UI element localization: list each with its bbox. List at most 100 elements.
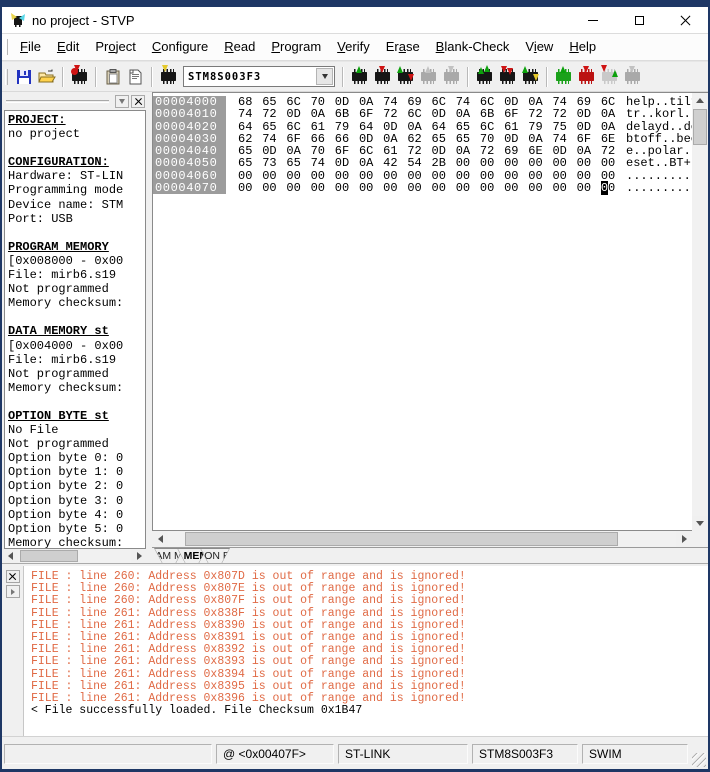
paste-button[interactable] [101,66,124,88]
hex-byte[interactable]: 74 [311,157,335,170]
hex-byte[interactable]: 0D [577,108,601,121]
hex-byte[interactable]: 00 [552,157,576,170]
menu-read[interactable]: Read [216,36,263,57]
rebar-gripper[interactable] [5,39,8,55]
hex-byte[interactable]: 6B [335,108,359,121]
hex-byte[interactable]: 65 [238,157,262,170]
scroll-right-button[interactable] [676,531,692,547]
hex-ascii[interactable]: delayd..delayu.. [626,121,692,133]
hex-byte[interactable]: 00 [528,182,552,195]
tab-option-byte[interactable]: OPTION BYTEOPTION BYTE [200,548,230,563]
hex-byte[interactable]: 00 [262,182,286,195]
hex-byte[interactable]: 6F [359,108,383,121]
hex-ascii[interactable]: ................ [626,170,692,182]
hex-ascii[interactable]: btoff..beep..ton [626,133,692,145]
log-expand-button[interactable] [5,585,20,598]
hex-byte[interactable]: 00 [456,182,480,195]
hex-byte[interactable]: 0A [456,108,480,121]
hex-byte[interactable]: 00 [504,182,528,195]
minimize-button[interactable] [570,7,616,33]
hex-byte[interactable]: 0D [432,108,456,121]
hex-byte[interactable]: 0A [311,108,335,121]
hex-byte[interactable]: 72 [383,108,407,121]
auto-program-button[interactable] [575,66,598,88]
hex-byte[interactable]: 00 [335,182,359,195]
menu-file[interactable]: File [12,36,49,57]
hex-byte[interactable]: 00 [480,182,504,195]
hex-byte[interactable]: 00 [383,182,407,195]
spare-button[interactable] [621,66,644,88]
scrollbar-thumb[interactable] [20,550,78,562]
menu-project[interactable]: Project [87,36,143,57]
menu-erase[interactable]: Erase [378,36,428,57]
hex-vertical-scrollbar[interactable] [692,92,708,531]
file-report-button[interactable] [124,66,147,88]
close-button[interactable] [662,7,708,33]
scroll-down-button[interactable] [692,516,708,531]
hex-byte[interactable]: 00 [577,182,601,195]
hex-byte[interactable]: 00 [600,181,625,196]
verify-tab-button[interactable] [394,66,417,88]
menu-verify[interactable]: Verify [329,36,378,57]
hex-cursor[interactable]: 0 [600,181,609,196]
hex-byte[interactable]: 0D [335,157,359,170]
hex-byte[interactable]: 00 [311,182,335,195]
hex-byte[interactable]: 00 [359,182,383,195]
menu-edit[interactable]: Edit [49,36,87,57]
rebar-gripper[interactable] [5,68,8,85]
scroll-left-button[interactable] [2,549,18,563]
menu-program[interactable]: Program [263,36,329,57]
read-tab-button[interactable] [348,66,371,88]
hex-byte[interactable]: 00 [286,182,310,195]
hex-byte[interactable]: 00 [480,157,504,170]
scrollbar-track[interactable] [18,549,131,563]
scrollbar-thumb[interactable] [693,109,707,145]
combobox-dropdown-button[interactable] [316,68,333,85]
hex-byte[interactable]: 2B [432,157,456,170]
hex-byte[interactable]: 00 [238,182,262,195]
select-device-button[interactable] [157,65,180,88]
menu-configure[interactable]: Configure [144,36,216,57]
menu-view[interactable]: View [517,36,561,57]
device-setup-button[interactable] [68,65,91,88]
blank-check-tab-button[interactable] [440,66,463,88]
hex-ascii[interactable]: tr..korl..korr.. [626,108,692,120]
verify-all-tabs-button[interactable] [519,66,542,88]
scroll-right-button[interactable] [131,549,147,563]
sidebar-horizontal-scrollbar[interactable] [2,549,147,563]
hex-byte[interactable]: 74 [238,108,262,121]
scroll-left-button[interactable] [152,531,168,547]
panel-menu-button[interactable] [115,94,129,108]
hex-byte[interactable]: 54 [407,157,431,170]
scrollbar-track[interactable] [168,531,676,547]
save-button[interactable] [12,66,35,88]
hex-byte[interactable]: 00 [407,182,431,195]
menu-help[interactable]: Help [561,36,604,57]
hex-byte[interactable]: 0A [601,108,625,121]
hex-byte[interactable]: 0A [359,157,383,170]
open-button[interactable] [35,66,58,88]
log-close-button[interactable] [5,570,20,583]
hex-byte[interactable]: 42 [383,157,407,170]
scroll-up-button[interactable] [692,93,708,108]
maximize-button[interactable] [616,7,662,33]
auto-read-button[interactable] [552,66,575,88]
hex-byte[interactable]: 6F [504,108,528,121]
hex-byte[interactable]: 00 [528,157,552,170]
read-all-tabs-button[interactable] [473,65,496,88]
hex-byte[interactable]: 00 [504,157,528,170]
resize-grip[interactable] [692,753,706,767]
dock-gripper[interactable] [6,99,109,103]
hex-ascii[interactable]: e..polar..rin..r [626,145,692,157]
hex-byte[interactable]: 72 [262,108,286,121]
erase-tab-button[interactable] [417,66,440,88]
program-tab-button[interactable] [371,66,394,88]
hex-byte[interactable]: 6B [480,108,504,121]
hex-byte[interactable]: 72 [552,108,576,121]
program-all-tabs-button[interactable] [496,66,519,88]
hex-byte[interactable]: 00 [432,182,456,195]
device-combobox[interactable]: STM8S003F3 [183,66,335,87]
hex-byte[interactable]: 65 [286,157,310,170]
hex-editor[interactable]: 00004000 68 65 6C 70 0D 0A 74 69 6C 74 6C 0D 0A 74 69 6C… [152,92,692,531]
hex-byte[interactable]: 00 [601,157,625,170]
